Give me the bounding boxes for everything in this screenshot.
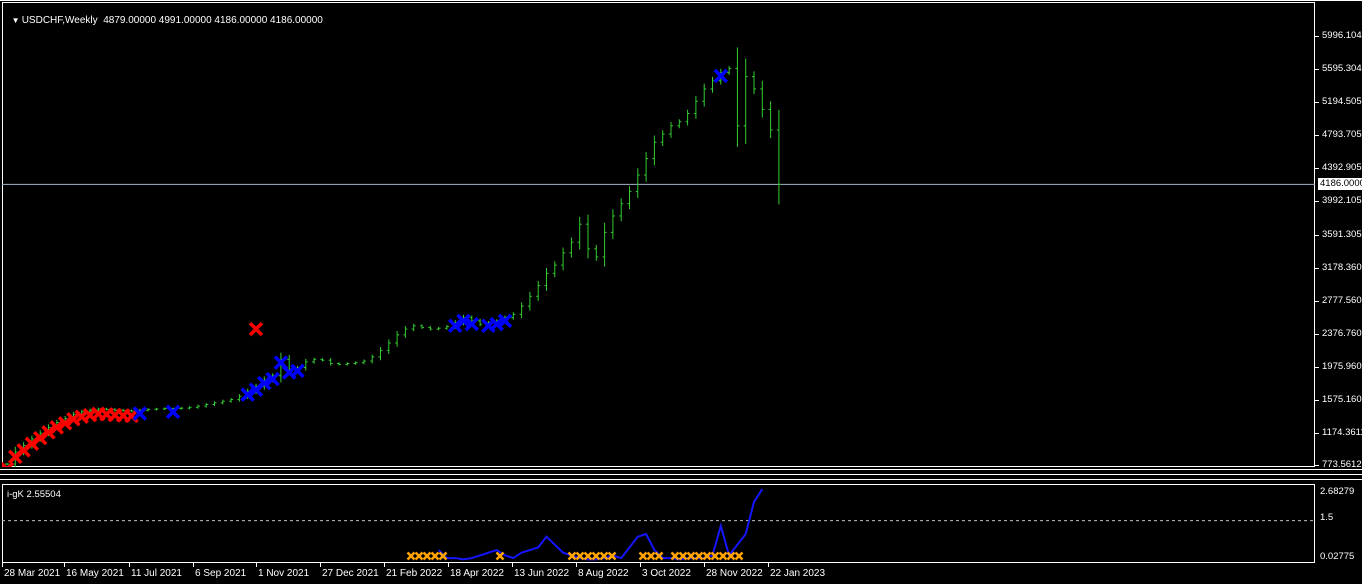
indicator-axis-label: 2.68279: [1320, 486, 1355, 497]
price-axis-label: 5595.3049: [1322, 63, 1362, 74]
indicator-axis-label: 0.02775: [1320, 551, 1355, 562]
time-axis-label: 8 Aug 2022: [578, 568, 629, 579]
time-axis-label: 21 Feb 2022: [386, 568, 443, 579]
price-chart-canvas[interactable]: [2, 2, 1315, 467]
time-axis-tick: [640, 563, 641, 567]
price-axis-label: 1975.9608: [1322, 361, 1362, 372]
time-axis-label: 11 Jul 2021: [131, 568, 182, 579]
time-axis-tick: [129, 563, 130, 567]
time-axis-tick: [384, 563, 385, 567]
time-axis-label: 28 Nov 2022: [706, 568, 763, 579]
price-axis-label: 5996.1047: [1322, 30, 1362, 41]
indicator-marker: [406, 551, 416, 561]
price-axis-tick: [1315, 301, 1319, 302]
price-axis-label: 3992.1055: [1322, 195, 1362, 206]
indicator-line: [437, 488, 764, 561]
time-axis-tick: [512, 563, 513, 567]
price-axis-tick: [1315, 367, 1319, 368]
indicator-axis-label: 1.5: [1320, 512, 1334, 523]
price-axis-tick: [1315, 465, 1319, 466]
price-axis-label: 5194.5050: [1322, 96, 1362, 107]
time-axis-label: 22 Jan 2023: [770, 568, 826, 579]
indicator-marker: [646, 551, 656, 561]
price-axis-label: 1174.3611: [1322, 427, 1362, 438]
price-axis-label: 2777.5605: [1322, 295, 1362, 306]
indicator-canvas[interactable]: [2, 484, 1315, 563]
price-axis-tick: [1315, 334, 1319, 335]
time-axis-tick: [256, 563, 257, 567]
price-axis-tick: [1315, 235, 1319, 236]
time-axis-tick: [576, 563, 577, 567]
indicator-marker: [422, 551, 432, 561]
time-axis-label: 18 Apr 2022: [450, 568, 504, 579]
current-price-label: 4186.0000: [1318, 178, 1362, 190]
indicator-marker: [638, 551, 648, 561]
indicator-marker: [495, 551, 505, 561]
time-axis-tick: [2, 563, 3, 567]
price-axis-tick: [1315, 433, 1319, 434]
price-axis-label: 2376.7606: [1322, 328, 1362, 339]
indicator-marker: [734, 551, 744, 561]
price-axis-label: 3178.3607: [1322, 262, 1362, 273]
time-axis-tick: [448, 563, 449, 567]
price-axis-label: 4793.7052: [1322, 129, 1362, 140]
price-axis-tick: [1315, 36, 1319, 37]
sell-signal-cross: [248, 321, 264, 337]
price-axis-tick: [1315, 400, 1319, 401]
indicator-marker: [430, 551, 440, 561]
time-axis-tick: [320, 563, 321, 567]
price-axis-tick: [1315, 268, 1319, 269]
time-axis-label: 28 Mar 2021: [4, 568, 61, 579]
price-axis-tick: [1315, 201, 1319, 202]
time-axis-tick: [704, 563, 705, 567]
price-axis-tick: [1315, 135, 1319, 136]
indicator-marker: [414, 551, 424, 561]
price-axis-tick: [1315, 168, 1319, 169]
indicator-marker: [718, 551, 728, 561]
time-axis-tick: [193, 563, 194, 567]
time-axis-label: 3 Oct 2022: [642, 568, 691, 579]
price-axis-tick: [1315, 102, 1319, 103]
time-axis-tick: [768, 563, 769, 567]
time-axis-label: 16 May 2021: [66, 568, 124, 579]
price-axis-label: 4392.9053: [1322, 162, 1362, 173]
time-axis-label: 13 Jun 2022: [514, 568, 570, 579]
time-axis-label: 6 Sep 2021: [195, 568, 247, 579]
price-axis-tick: [1315, 69, 1319, 70]
time-axis-label: 1 Nov 2021: [258, 568, 310, 579]
time-axis-tick: [64, 563, 65, 567]
price-axis-label: 3591.3056: [1322, 229, 1362, 240]
price-axis-label: 1575.1609: [1322, 394, 1362, 405]
time-axis-label: 27 Dec 2021: [322, 568, 379, 579]
